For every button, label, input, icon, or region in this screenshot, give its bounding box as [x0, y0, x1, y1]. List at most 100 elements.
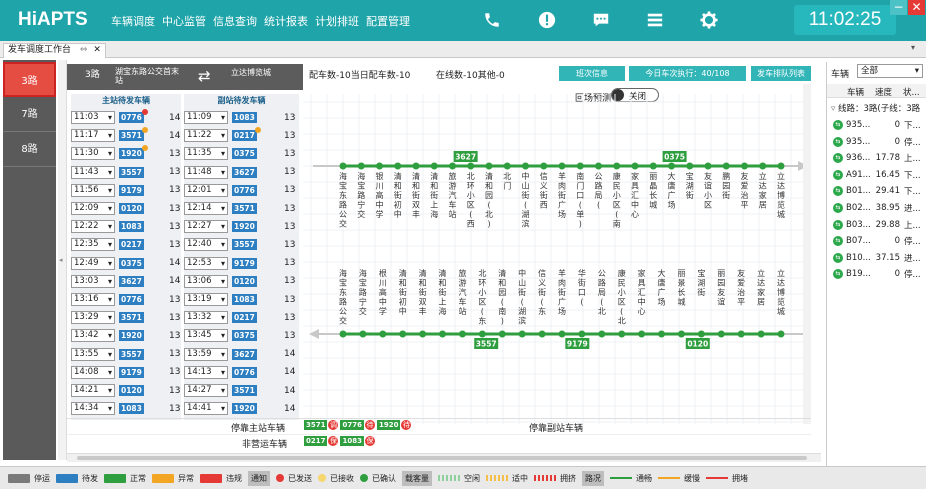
map-scrollbar[interactable]	[803, 84, 811, 424]
departure-time-select[interactable]: 11:48	[184, 165, 228, 179]
expand-arrow-icon[interactable]: ▿	[831, 104, 835, 114]
bus-tag[interactable]: 0217	[119, 239, 144, 251]
col-bus[interactable]: 车辆	[847, 86, 864, 98]
departure-time-select[interactable]: 13:32	[184, 311, 228, 325]
bus-tag[interactable]: 3557	[232, 239, 257, 251]
close-tab-icon[interactable]: ✕	[93, 45, 101, 55]
tab-dispatch-workbench[interactable]: 发车调度工作台 ⇔ ✕	[3, 43, 106, 58]
vehicle-row[interactable]: ⇆ B01... 29.41 下...	[827, 183, 926, 199]
vehicle-row[interactable]: ⇆ 935... 0 停...	[827, 134, 926, 150]
bus-tag[interactable]: 3557	[119, 166, 144, 178]
bus-tag[interactable]: 3571	[119, 312, 144, 324]
bus-tag[interactable]: 0217	[232, 127, 261, 142]
swap-direction-icon[interactable]: ⇄	[198, 67, 211, 85]
bus-tag[interactable]: 0776	[119, 294, 144, 305]
bus-tag[interactable]: 3627	[119, 275, 144, 287]
departure-time-select[interactable]: 12:53	[184, 256, 228, 270]
departure-time-select[interactable]: 11:22	[184, 129, 228, 143]
bus-tag[interactable]: 9179	[119, 184, 144, 196]
bus-tag[interactable]: 1083	[232, 294, 257, 305]
bus-tag[interactable]: 0776	[119, 109, 148, 123]
vehicle-row[interactable]: ⇆ A91... 16.45 下...	[827, 167, 926, 183]
bus-tag[interactable]: 0120	[232, 275, 257, 287]
bus-tag[interactable]: 1920	[119, 145, 148, 160]
collapse-arrow-icon[interactable]: ◂	[59, 256, 63, 264]
departure-time-select[interactable]: 12:49	[71, 256, 115, 270]
route-item-7[interactable]: 7路	[3, 97, 56, 132]
bus-tag[interactable]: 3627	[232, 348, 257, 360]
vehicle-row[interactable]: ⇆ B19... 0 停...	[827, 266, 926, 282]
vehicle-row[interactable]: ⇆ 935... 0 下...	[827, 117, 926, 133]
departure-time-select[interactable]: 13:55	[71, 347, 115, 361]
menu-schedule[interactable]: 计划排班	[315, 13, 359, 29]
bus-tag[interactable]: 9179	[119, 366, 144, 378]
bus-tag[interactable]: 0217	[232, 312, 257, 324]
pin-icon[interactable]: ⇔	[80, 45, 88, 55]
menu-center-monitor[interactable]: 中心监管	[162, 13, 206, 29]
departure-time-select[interactable]: 11:30	[71, 147, 115, 161]
col-status[interactable]: 状...	[903, 86, 920, 98]
route-group-row[interactable]: ▿ 线路：3路(子线：3路	[831, 102, 926, 114]
close-window-button[interactable]: ✕	[908, 0, 925, 15]
departure-time-select[interactable]: 13:06	[184, 274, 228, 288]
route-item-8[interactable]: 8路	[3, 132, 56, 167]
departure-time-select[interactable]: 14:34	[71, 402, 115, 416]
list-menu-icon[interactable]	[644, 9, 666, 31]
departure-time-select[interactable]: 11:43	[71, 165, 115, 179]
col-speed[interactable]: 速度	[875, 86, 892, 98]
vehicle-row[interactable]: ⇆ 936... 17.78 上...	[827, 150, 926, 166]
bus-tag[interactable]: 0776	[232, 184, 257, 196]
departure-time-select[interactable]: 11:09	[184, 111, 228, 124]
departure-time-select[interactable]: 14:41	[184, 402, 228, 416]
departure-time-select[interactable]: 13:29	[71, 311, 115, 325]
departure-time-select[interactable]: 13:45	[184, 329, 228, 343]
departure-time-select[interactable]: 14:13	[184, 365, 228, 379]
alert-icon[interactable]	[536, 9, 558, 31]
departure-time-select[interactable]: 13:19	[184, 293, 228, 306]
vehicle-row[interactable]: ⇆ B10... 37.15 进...	[827, 250, 926, 266]
departure-time-select[interactable]: 12:27	[184, 220, 228, 234]
departure-time-select[interactable]: 11:17	[71, 129, 115, 143]
departure-time-select[interactable]: 11:03	[71, 111, 115, 124]
departure-time-select[interactable]: 13:59	[184, 347, 228, 361]
tab-dropdown-icon[interactable]: ▾	[911, 43, 915, 52]
departure-time-select[interactable]: 12:35	[71, 238, 115, 252]
departure-time-select[interactable]: 12:40	[184, 238, 228, 252]
departure-time-select[interactable]: 12:14	[184, 202, 228, 215]
departure-time-select[interactable]: 11:56	[71, 183, 115, 197]
departure-time-select[interactable]: 11:35	[184, 147, 228, 161]
today-trips-button[interactable]: 今日车次执行：40/108	[629, 66, 746, 81]
menu-config[interactable]: 配置管理	[366, 13, 410, 29]
parked-bus-tag[interactable]: 0217	[304, 436, 328, 446]
vehicle-filter-select[interactable]: 全部 ▾	[857, 64, 923, 78]
collapse-splitter[interactable]: ◂	[58, 60, 67, 460]
route-item-3[interactable]: 3路	[3, 62, 56, 97]
departure-time-select[interactable]: 13:03	[71, 274, 115, 288]
menu-vehicle-dispatch[interactable]: 车辆调度	[111, 13, 155, 29]
message-icon[interactable]	[590, 9, 612, 31]
gear-icon[interactable]	[698, 9, 720, 31]
departure-time-select[interactable]: 13:16	[71, 293, 115, 306]
bus-tag[interactable]: 3571	[119, 127, 148, 142]
departure-time-select[interactable]: 14:21	[71, 384, 115, 397]
departure-queue-button[interactable]: 发车排队列表	[751, 66, 811, 81]
bus-tag[interactable]: 1083	[232, 112, 257, 123]
vehicle-row[interactable]: ⇆ B03... 29.88 上...	[827, 217, 926, 233]
bus-tag[interactable]: 0120	[119, 385, 144, 396]
bus-tag[interactable]: 0120	[119, 203, 144, 214]
minimize-button[interactable]: −	[890, 0, 907, 15]
departure-time-select[interactable]: 12:22	[71, 220, 115, 234]
parked-bus-tag[interactable]: 1920	[376, 420, 401, 430]
vehicle-row[interactable]: ⇆ B02... 38.95 进...	[827, 200, 926, 216]
parked-bus-tag[interactable]: 1083	[340, 436, 364, 446]
departure-time-select[interactable]: 13:42	[71, 329, 115, 343]
bus-tag[interactable]: 1083	[119, 403, 144, 415]
bus-tag[interactable]: 1920	[232, 403, 257, 415]
bus-tag[interactable]: 1920	[232, 221, 257, 233]
bus-tag[interactable]: 0375	[232, 148, 257, 160]
bus-tag[interactable]: 0776	[232, 366, 257, 378]
bus-tag[interactable]: 3571	[232, 385, 257, 396]
bus-tag[interactable]: 3627	[232, 166, 257, 178]
shift-info-button[interactable]: 班次信息	[559, 66, 625, 81]
bus-tag[interactable]: 9179	[232, 257, 257, 269]
